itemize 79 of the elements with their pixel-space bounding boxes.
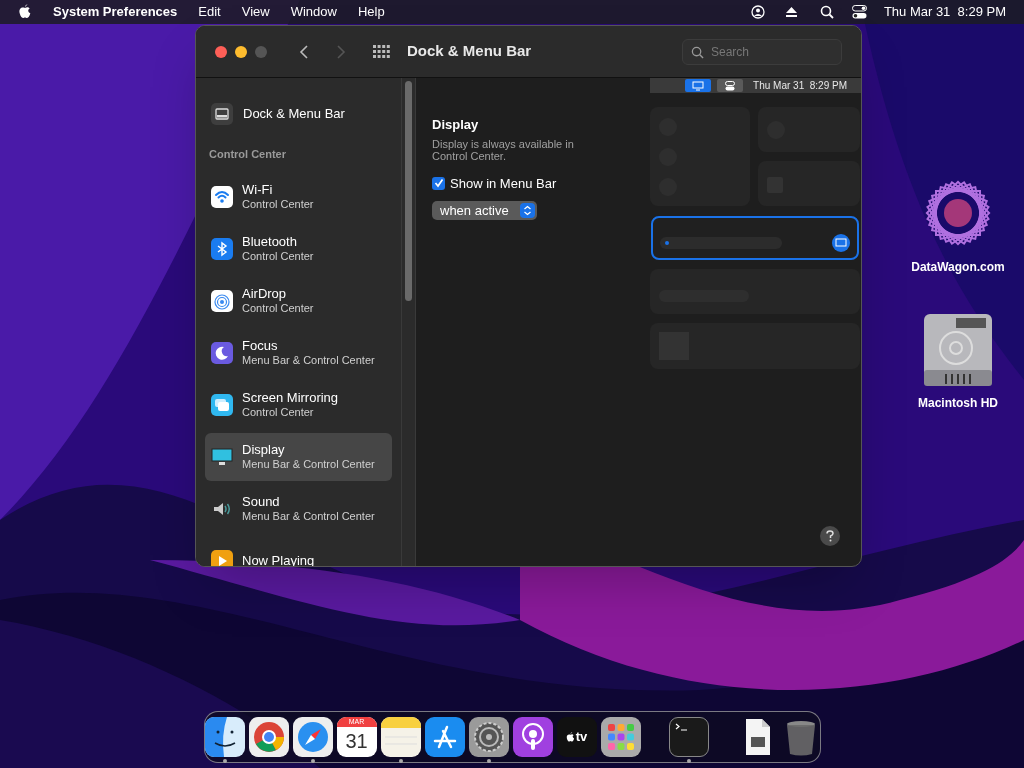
grid-icon[interactable] [373, 44, 391, 59]
screen-mirroring-icon [211, 393, 233, 416]
podcast-icon[interactable] [512, 717, 553, 757]
question-mark-icon [826, 530, 834, 542]
tv-app-icon[interactable]: tv [556, 717, 597, 757]
preview-clock: Thu Mar 31 8:29 PM [753, 79, 847, 93]
finder-icon[interactable] [204, 717, 245, 757]
window-title: Dock & Menu Bar [407, 41, 532, 62]
stepper-icon [520, 203, 535, 218]
sidebar-item[interactable]: Focus Menu Bar & Control Center [205, 328, 392, 377]
popup-button[interactable]: when active [432, 201, 537, 220]
sidebar-item-subtitle: Menu Bar & Control Center [242, 352, 375, 367]
section-description: Display is always available in Control Center. [432, 137, 575, 162]
sidebar-item[interactable]: Wi-Fi Control Center [205, 172, 392, 221]
sidebar-item-label: Wi-Fi [242, 182, 274, 197]
monitor-icon [211, 445, 233, 468]
hard-drive-icon[interactable] [922, 312, 994, 388]
section-heading: Display [432, 116, 480, 134]
sidebar-item[interactable]: Display Menu Bar & Control Center [205, 432, 392, 481]
eject-icon[interactable] [784, 6, 798, 18]
search-icon[interactable] [819, 5, 834, 19]
apple-menu-icon[interactable] [18, 4, 32, 20]
section-header: Control Center [209, 147, 287, 162]
menu-bar-clock[interactable]: Thu Mar 31 8:29 PM [883, 2, 1006, 22]
toggles-icon[interactable] [851, 5, 867, 19]
menu-item[interactable]: Help [357, 2, 385, 22]
browser-icon[interactable] [248, 717, 289, 757]
app-menu[interactable]: System Preferences [53, 2, 178, 22]
app-store-icon[interactable] [424, 717, 465, 757]
sidebar-item-subtitle: Menu Bar & Control Center [242, 508, 375, 523]
gear-icon[interactable] [468, 717, 509, 757]
sidebar-item-subtitle: Control Center [242, 196, 314, 211]
back-icon[interactable] [299, 43, 309, 60]
sidebar-item[interactable]: Bluetooth Control Center [205, 224, 392, 273]
search-icon [691, 45, 704, 59]
sidebar-item-label: Display [242, 442, 286, 457]
help-button[interactable] [820, 526, 840, 546]
sidebar-item-label: AirDrop [242, 286, 288, 301]
tv-label: tv [575, 728, 588, 747]
close-button[interactable] [215, 45, 227, 58]
sidebar-item-label: Focus [242, 338, 279, 353]
show-in-menu-bar-checkbox[interactable]: Show in Menu Bar [432, 173, 641, 193]
sidebar-item[interactable]: Dock & Menu Bar [205, 100, 392, 128]
search-field[interactable]: Search [682, 38, 842, 65]
control-center-status-icon [717, 79, 744, 92]
minimize-button[interactable] [235, 45, 247, 58]
desktop-icon-label[interactable]: DataWagon.com [911, 258, 1005, 276]
sidebar-item-label: Dock & Menu Bar [243, 105, 345, 124]
menu-item[interactable]: Edit [198, 2, 221, 22]
sidebar-item-label: Bluetooth [242, 234, 298, 249]
checkbox[interactable] [432, 176, 445, 190]
sidebar-item-subtitle: Control Center [242, 248, 314, 263]
scroll-thumb[interactable] [405, 81, 412, 301]
menu-item[interactable]: Window [290, 2, 337, 22]
sidebar-item-subtitle: Control Center [242, 301, 314, 315]
notes-icon[interactable] [380, 717, 421, 757]
airdrop-icon [211, 289, 233, 312]
dock-icon [211, 103, 233, 125]
compass-icon[interactable] [292, 717, 333, 757]
sidebar-item-subtitle: Menu Bar & Control Center [242, 457, 375, 471]
terminal-icon[interactable] [668, 717, 709, 757]
user-icon[interactable] [750, 5, 765, 19]
display-status-icon [685, 79, 712, 92]
app-grid-icon[interactable] [600, 717, 641, 757]
bluetooth-icon [211, 237, 233, 260]
moon-icon [211, 341, 233, 364]
menu-item[interactable]: View [241, 2, 270, 22]
sidebar-item[interactable]: Screen Mirroring Control Center [205, 380, 392, 429]
sidebar-item-label: Screen Mirroring [242, 390, 339, 405]
wifi-icon [211, 185, 233, 208]
sidebar-item[interactable]: AirDrop Control Center [205, 276, 392, 325]
play-icon [211, 549, 233, 566]
sidebar-item-label: Sound [242, 494, 281, 509]
sidebar-item-subtitle: Control Center [242, 405, 315, 419]
apple-icon [565, 731, 575, 743]
sidebar-scrollbar[interactable] [401, 78, 416, 566]
sidebar-item[interactable]: Sound Menu Bar & Control Center [205, 484, 392, 533]
calendar-day: 31 [345, 727, 368, 755]
desktop-icon-label[interactable]: Macintosh HD [918, 394, 998, 412]
